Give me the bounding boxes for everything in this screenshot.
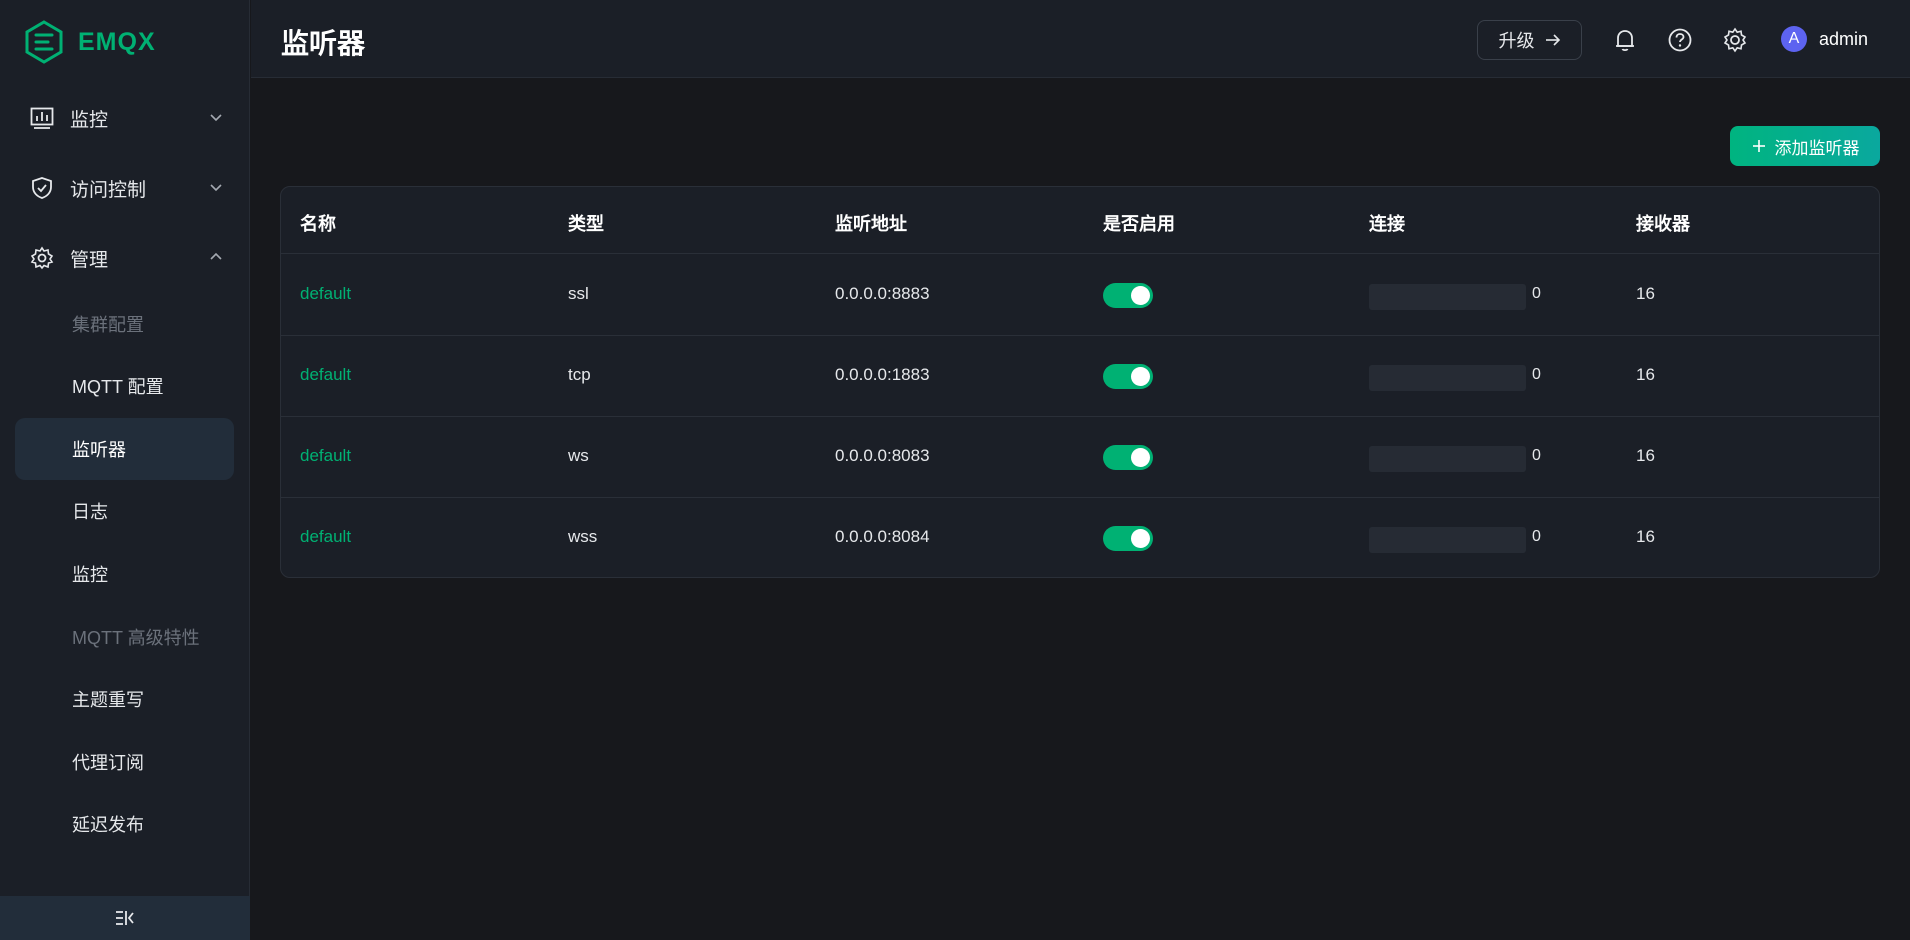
help-icon[interactable] (1666, 26, 1694, 54)
page-title: 监听器 (281, 28, 366, 59)
shield-icon (32, 177, 52, 199)
sidebar-item-mqtt-advanced[interactable]: MQTT 高级特性 (15, 606, 234, 668)
listeners-table: 名称 类型 监听地址 是否启用 连接 接收器 default ssl 0.0.0… (280, 186, 1880, 578)
listener-type: ws (568, 446, 589, 465)
connections-progress (1369, 365, 1526, 391)
table-row: default wss 0.0.0.0:8084 0 16 (281, 498, 1879, 577)
sidebar-item-management[interactable]: 管理 (0, 233, 250, 283)
add-listener-label: 添加监听器 (1774, 138, 1860, 158)
table-header: 名称 类型 监听地址 是否启用 连接 接收器 (281, 187, 1879, 254)
chevron-down-icon (210, 184, 222, 192)
top-header: 监听器 升级 A admin (251, 0, 1910, 78)
sidebar-item-mqtt-config[interactable]: MQTT 配置 (15, 355, 234, 417)
column-header-type: 类型 (568, 214, 604, 234)
sidebar-item-logs[interactable]: 日志 (15, 480, 234, 542)
sidebar-item-auto-subscribe[interactable]: 代理订阅 (15, 731, 234, 793)
sidebar-item-label: 访问控制 (70, 179, 147, 201)
sidebar-item-topic-rewrite[interactable]: 主题重写 (15, 668, 234, 730)
logo[interactable]: EMQX (24, 20, 156, 64)
chevron-up-icon (210, 252, 222, 260)
sidebar-item-access-control[interactable]: 访问控制 (0, 163, 250, 213)
acceptors-count: 16 (1636, 446, 1655, 465)
connections-progress (1369, 446, 1526, 472)
username: admin (1819, 28, 1869, 49)
sidebar-item-delayed-publish[interactable]: 延迟发布 (15, 793, 234, 855)
upgrade-button[interactable]: 升级 (1477, 20, 1582, 60)
enabled-toggle[interactable] (1103, 526, 1153, 551)
table-row: default ssl 0.0.0.0:8883 0 16 (281, 255, 1879, 336)
column-header-connections: 连接 (1369, 214, 1405, 234)
sidebar-item-label: 管理 (70, 249, 109, 271)
gear-icon (30, 246, 54, 270)
listener-type: wss (568, 527, 598, 546)
emqx-logo-icon (25, 20, 63, 64)
connections-count: 0 (1532, 528, 1541, 545)
plus-icon (1752, 140, 1765, 152)
table-row: default ws 0.0.0.0:8083 0 16 (281, 417, 1879, 498)
listener-type: ssl (568, 284, 589, 303)
column-header-acceptors: 接收器 (1636, 214, 1690, 234)
listener-name-link[interactable]: default (300, 284, 351, 304)
dashboard-icon (30, 107, 54, 129)
connections-progress (1369, 284, 1526, 310)
listener-type: tcp (568, 365, 591, 384)
enabled-toggle[interactable] (1103, 445, 1153, 470)
table-row: default tcp 0.0.0.0:1883 0 16 (281, 336, 1879, 417)
sidebar-item-monitoring[interactable]: 监控 (15, 543, 234, 605)
column-header-name: 名称 (300, 214, 336, 234)
connections-count: 0 (1532, 447, 1541, 464)
arrow-right-icon (1545, 34, 1560, 46)
connections-count: 0 (1532, 366, 1541, 383)
upgrade-label: 升级 (1498, 31, 1535, 51)
listener-name-link[interactable]: default (300, 527, 351, 547)
listener-name-link[interactable]: default (300, 446, 351, 466)
column-header-address: 监听地址 (835, 214, 907, 234)
enabled-toggle[interactable] (1103, 364, 1153, 389)
acceptors-count: 16 (1636, 284, 1655, 303)
sidebar-item-listeners[interactable]: 监听器 (15, 418, 234, 480)
enabled-toggle[interactable] (1103, 283, 1153, 308)
sidebar-item-cluster-config[interactable]: 集群配置 (15, 293, 234, 355)
listener-address: 0.0.0.0:8083 (835, 446, 930, 465)
sidebar: EMQX 监控 访问控制 管理 集群配置 MQTT 配置 监听器 日志 监控 M… (0, 0, 250, 940)
listener-address: 0.0.0.0:8883 (835, 284, 930, 303)
collapse-sidebar-icon (116, 911, 134, 925)
sidebar-item-monitor[interactable]: 监控 (0, 93, 250, 143)
listener-name-link[interactable]: default (300, 365, 351, 385)
acceptors-count: 16 (1636, 527, 1655, 546)
acceptors-count: 16 (1636, 365, 1655, 384)
column-header-enabled: 是否启用 (1103, 214, 1175, 234)
bell-icon[interactable] (1611, 26, 1639, 54)
brand-name: EMQX (78, 27, 156, 56)
collapse-sidebar-button[interactable] (0, 896, 250, 940)
connections-progress (1369, 527, 1526, 553)
add-listener-button[interactable]: 添加监听器 (1730, 126, 1880, 166)
listener-address: 0.0.0.0:8084 (835, 527, 930, 546)
listener-address: 0.0.0.0:1883 (835, 365, 930, 384)
settings-icon[interactable] (1721, 26, 1749, 54)
chevron-down-icon (210, 114, 222, 122)
avatar: A (1781, 26, 1807, 52)
sidebar-item-label: 监控 (70, 109, 109, 131)
connections-count: 0 (1532, 285, 1541, 302)
user-menu[interactable]: A admin (1781, 26, 1868, 52)
